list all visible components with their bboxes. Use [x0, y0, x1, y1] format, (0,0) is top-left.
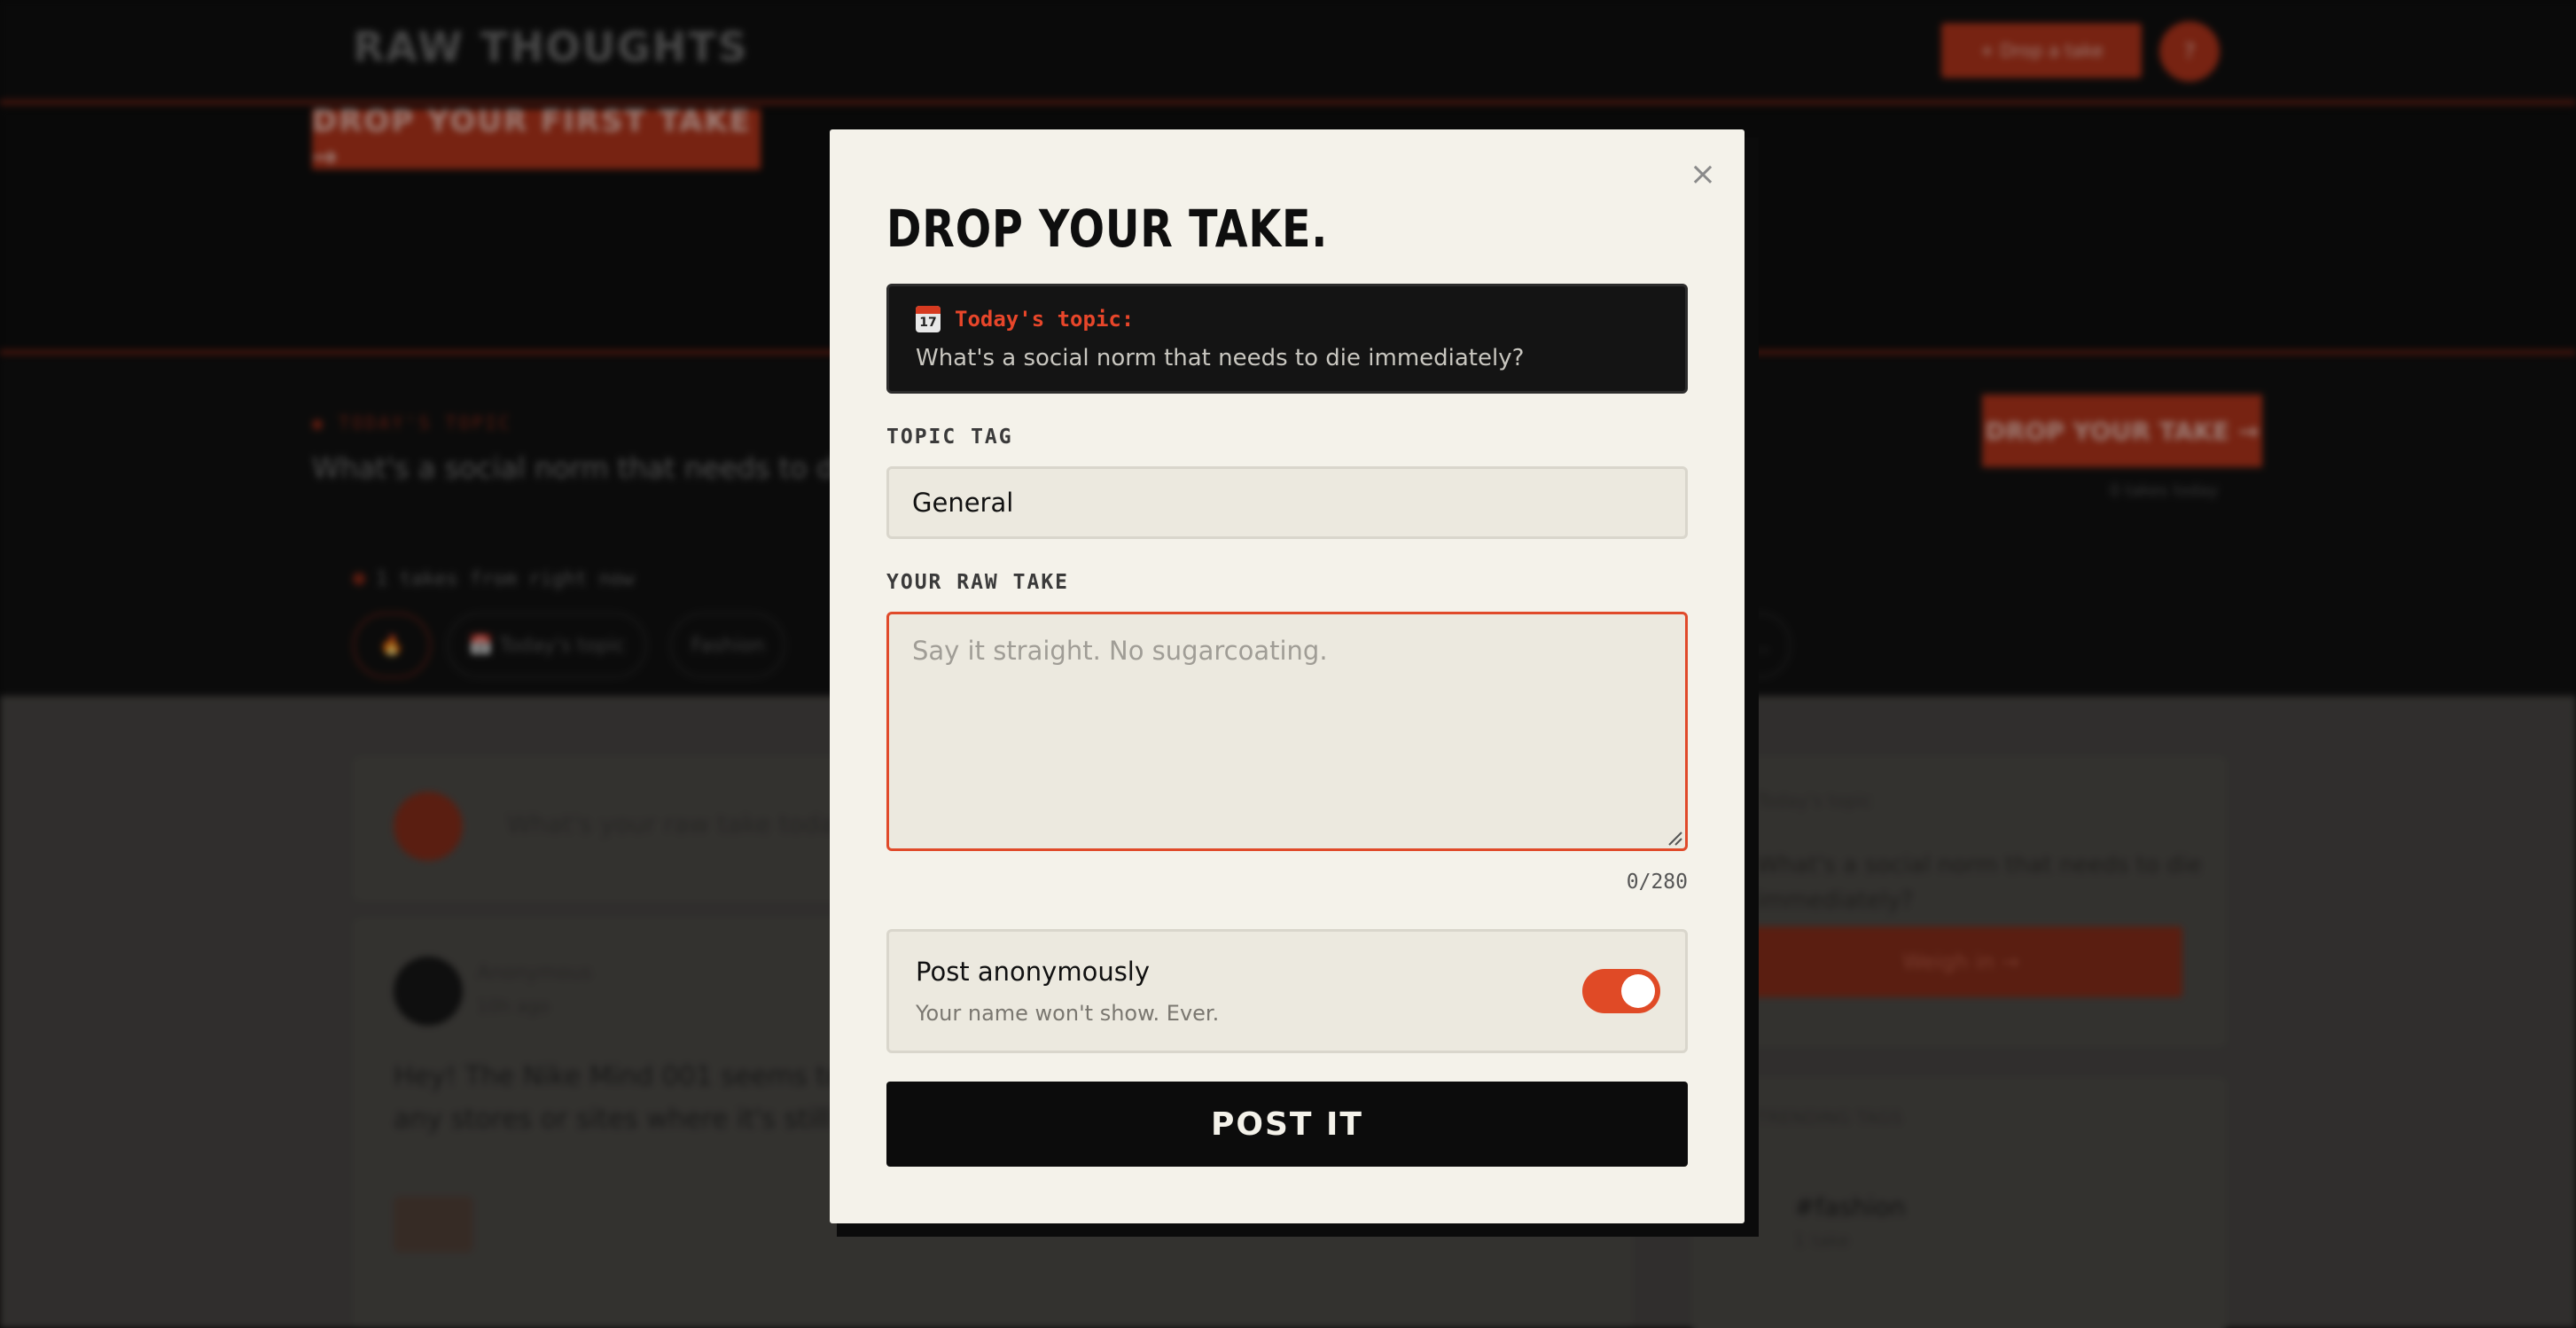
calendar-icon — [916, 306, 941, 332]
anonymous-title: Post anonymously — [916, 957, 1151, 987]
topic-header: Today's topic: — [916, 306, 1134, 332]
anonymous-option: Post anonymously Your name won't show. E… — [886, 929, 1688, 1053]
anonymous-subtitle: Your name won't show. Ever. — [916, 1001, 1220, 1026]
post-it-button[interactable]: POST IT — [886, 1082, 1688, 1167]
resize-handle-icon[interactable] — [1667, 830, 1682, 846]
raw-take-textarea[interactable] — [886, 612, 1688, 851]
topic-label: Today's topic: — [955, 307, 1135, 332]
raw-take-label: YOUR RAW TAKE — [886, 571, 1070, 594]
topic-tag-label: TOPIC TAG — [886, 426, 1013, 449]
topic-question: What's a social norm that needs to die i… — [916, 345, 1525, 371]
drop-take-modal: × DROP YOUR TAKE. Today's topic: What's … — [830, 129, 1745, 1223]
topic-tag-input[interactable] — [886, 466, 1688, 539]
todays-topic-box: Today's topic: What's a social norm that… — [886, 284, 1688, 394]
toggle-knob — [1621, 974, 1655, 1008]
modal-title: DROP YOUR TAKE. — [886, 199, 1329, 259]
character-counter: 0/280 — [1626, 871, 1688, 894]
anonymous-toggle[interactable] — [1582, 969, 1660, 1013]
close-icon[interactable]: × — [1688, 159, 1718, 191]
